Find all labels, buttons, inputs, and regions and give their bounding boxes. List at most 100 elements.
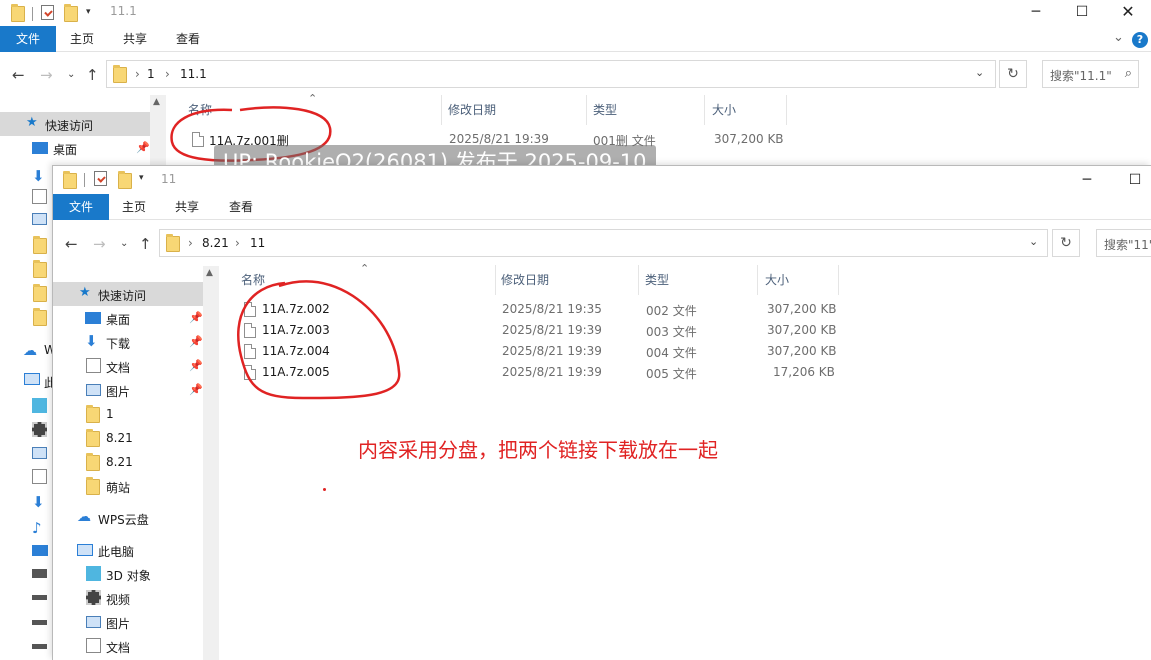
- column-type[interactable]: 类型: [645, 265, 669, 295]
- sort-ascending-icon: ⌃: [308, 92, 318, 105]
- nav-folder-8-21-b[interactable]: 8.21: [53, 450, 203, 474]
- nav-label: 8.21: [106, 455, 133, 469]
- new-folder-icon[interactable]: [118, 171, 132, 189]
- recent-locations-icon[interactable]: ⌄: [67, 69, 75, 80]
- pin-icon[interactable]: 📌: [136, 141, 150, 154]
- breadcrumb-item[interactable]: 8.21: [202, 236, 229, 250]
- column-divider[interactable]: [638, 265, 639, 295]
- scroll-up-icon[interactable]: ▲: [206, 268, 213, 278]
- tab-share[interactable]: 共享: [115, 26, 155, 52]
- column-name[interactable]: 名称: [188, 95, 212, 125]
- breadcrumb-item[interactable]: 11.1: [180, 67, 207, 81]
- minimize-button[interactable]: ─: [1013, 0, 1059, 26]
- column-type[interactable]: 类型: [593, 95, 617, 125]
- column-size[interactable]: 大小: [712, 95, 736, 125]
- search-input[interactable]: 搜索"11": [1096, 229, 1151, 257]
- pin-icon[interactable]: 📌: [189, 311, 203, 324]
- sort-ascending-icon: ⌃: [360, 262, 370, 275]
- column-divider[interactable]: [495, 265, 496, 295]
- nav-folder-1[interactable]: 1: [53, 402, 203, 426]
- file-row[interactable]: 11A.7z.004 2025/8/21 19:39 004 文件 307,20…: [219, 342, 837, 363]
- nav-quick-access[interactable]: ★ 快速访问: [0, 112, 150, 136]
- tab-view[interactable]: 查看: [221, 194, 261, 220]
- file-name: 11A.7z.002: [262, 302, 330, 316]
- file-row[interactable]: 11A.7z.005 2025/8/21 19:39 005 文件 17,206…: [219, 363, 835, 384]
- search-icon[interactable]: ⌕: [1125, 66, 1132, 81]
- breadcrumb-item[interactable]: 11: [250, 236, 265, 250]
- nav-scrollbar[interactable]: ▲: [203, 266, 219, 660]
- folder-icon: [86, 453, 100, 471]
- nav-desktop[interactable]: 桌面 📌: [0, 136, 150, 160]
- column-divider[interactable]: [441, 95, 442, 125]
- nav-desktop[interactable]: 桌面 📌: [53, 306, 203, 330]
- nav-downloads[interactable]: ⬇ 下载 📌: [53, 330, 203, 354]
- address-bar[interactable]: › 1 › 11.1 ⌄: [106, 60, 996, 88]
- properties-icon[interactable]: [41, 5, 54, 20]
- column-date[interactable]: 修改日期: [501, 265, 549, 295]
- back-arrow-icon[interactable]: ←: [12, 66, 25, 84]
- pin-icon[interactable]: 📌: [189, 335, 203, 348]
- nav-pictures-pc[interactable]: 图片: [53, 610, 203, 634]
- file-name: 11A.7z.004: [262, 344, 330, 358]
- column-size[interactable]: 大小: [765, 265, 789, 295]
- annotation-dot: [323, 488, 326, 491]
- column-divider[interactable]: [757, 265, 758, 295]
- column-divider[interactable]: [838, 265, 839, 295]
- up-arrow-icon[interactable]: ↑: [86, 66, 99, 84]
- nav-folder-8-21[interactable]: 8.21: [53, 426, 203, 450]
- tab-share[interactable]: 共享: [167, 194, 207, 220]
- chevron-down-icon[interactable]: ⌄: [975, 66, 984, 79]
- tab-file[interactable]: 文件: [0, 26, 56, 52]
- pin-icon[interactable]: 📌: [189, 383, 203, 396]
- search-input[interactable]: 搜索"11.1" ⌕: [1042, 60, 1139, 88]
- help-icon[interactable]: ?: [1132, 32, 1148, 48]
- properties-icon[interactable]: [94, 171, 107, 186]
- minimize-button[interactable]: ─: [1064, 168, 1110, 194]
- maximize-button[interactable]: ☐: [1112, 168, 1151, 194]
- nav-videos[interactable]: 视频: [53, 586, 203, 610]
- file-date: 2025/8/21 19:39: [502, 344, 602, 358]
- column-name[interactable]: 名称: [241, 265, 265, 295]
- nav-documents-pc[interactable]: 文档: [53, 634, 203, 658]
- file-date: 2025/8/21 19:39: [502, 365, 602, 379]
- new-folder-icon[interactable]: [64, 4, 78, 22]
- column-divider[interactable]: [586, 95, 587, 125]
- forward-arrow-icon[interactable]: →: [93, 235, 106, 253]
- close-button[interactable]: ✕: [1105, 0, 1151, 26]
- file-row[interactable]: 11A.7z.003 2025/8/21 19:39 003 文件 307,20…: [219, 321, 837, 342]
- up-arrow-icon[interactable]: ↑: [139, 235, 152, 253]
- column-date[interactable]: 修改日期: [448, 95, 496, 125]
- address-bar[interactable]: › 8.21 › 11 ⌄: [159, 229, 1048, 257]
- back-arrow-icon[interactable]: ←: [65, 235, 78, 253]
- nav-documents[interactable]: 文档 📌: [53, 354, 203, 378]
- pin-icon[interactable]: 📌: [189, 359, 203, 372]
- column-divider[interactable]: [786, 95, 787, 125]
- nav-quick-access[interactable]: ★ 快速访问: [53, 282, 203, 306]
- customize-toolbar-icon[interactable]: ▾: [139, 173, 144, 183]
- nav-3d-objects[interactable]: 3D 对象: [53, 562, 203, 586]
- recent-locations-icon[interactable]: ⌄: [120, 238, 128, 249]
- nav-folder-mengzhan[interactable]: 萌站: [53, 474, 203, 498]
- nav-this-pc[interactable]: 此电脑: [53, 538, 203, 562]
- breadcrumb-item[interactable]: 1: [147, 67, 155, 81]
- tab-view[interactable]: 查看: [168, 26, 208, 52]
- refresh-button[interactable]: ↻: [1052, 229, 1080, 257]
- ribbon-expand-icon[interactable]: ⌄: [1113, 30, 1124, 45]
- customize-toolbar-icon[interactable]: ▾: [86, 7, 91, 17]
- tab-file[interactable]: 文件: [53, 194, 109, 220]
- file-row[interactable]: 11A.7z.002 2025/8/21 19:35 002 文件 307,20…: [219, 300, 837, 321]
- nav-label: 文档: [106, 361, 131, 375]
- nav-wps-cloud[interactable]: ☁ WPS云盘: [53, 506, 203, 530]
- search-placeholder: 搜索"11.1": [1050, 69, 1112, 83]
- forward-arrow-icon[interactable]: →: [40, 66, 53, 84]
- nav-pictures[interactable]: 图片 📌: [53, 378, 203, 402]
- refresh-button[interactable]: ↻: [999, 60, 1027, 88]
- nav-label: 快速访问: [98, 289, 147, 303]
- computer-icon: [77, 544, 93, 556]
- maximize-button[interactable]: ☐: [1059, 0, 1105, 26]
- chevron-down-icon[interactable]: ⌄: [1029, 235, 1038, 248]
- tab-home[interactable]: 主页: [62, 26, 102, 52]
- scroll-up-icon[interactable]: ▲: [153, 97, 160, 107]
- tab-home[interactable]: 主页: [114, 194, 154, 220]
- column-divider[interactable]: [704, 95, 705, 125]
